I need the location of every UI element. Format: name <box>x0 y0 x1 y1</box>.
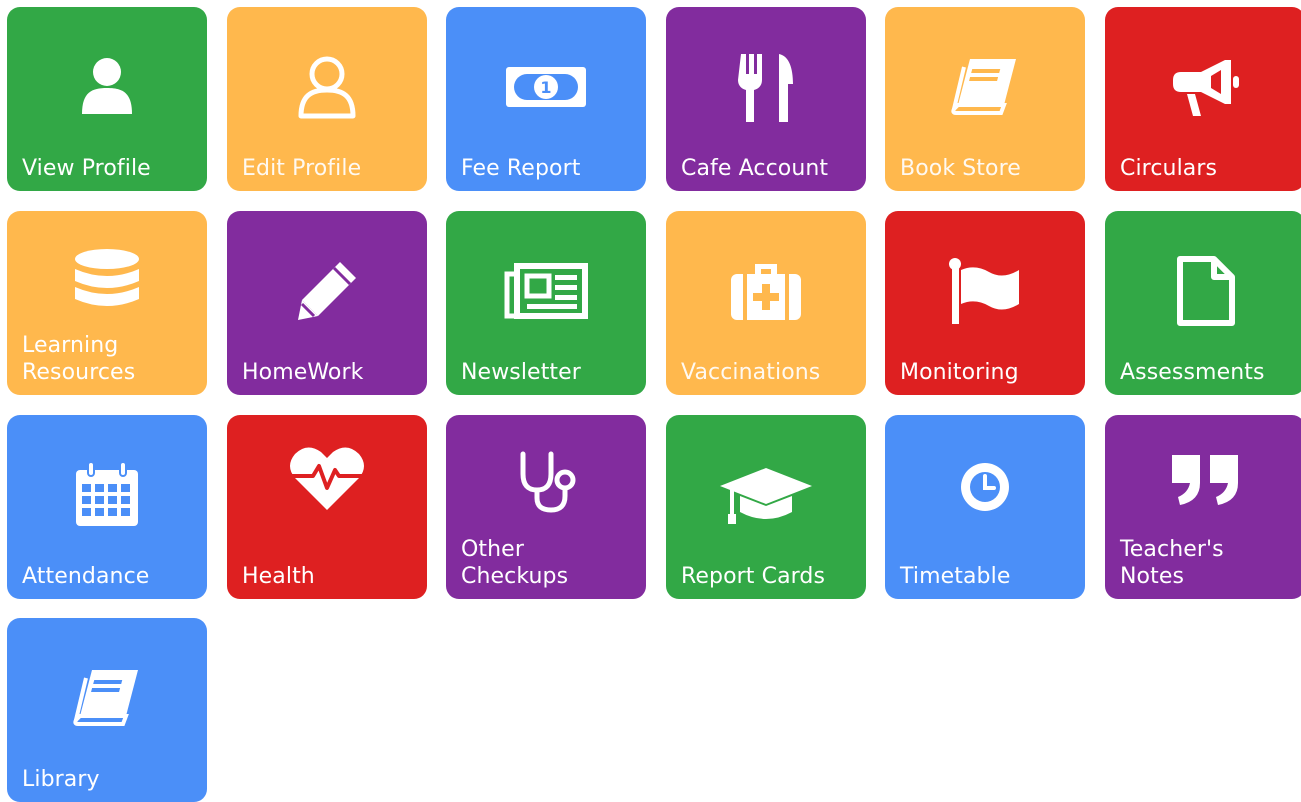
tile-label: Other Checkups <box>461 537 569 589</box>
report-cards-tile[interactable]: Report Cards <box>666 415 866 599</box>
clock-icon <box>885 445 1085 529</box>
monitoring-tile[interactable]: Monitoring <box>885 211 1085 395</box>
database-icon <box>7 241 207 325</box>
tile-label: View Profile <box>22 156 151 181</box>
document-icon <box>1105 249 1301 333</box>
tile-label: Circulars <box>1120 156 1218 181</box>
tile-label: Timetable <box>900 564 1011 589</box>
pencil-icon <box>227 249 427 333</box>
stethoscope-icon <box>446 439 646 523</box>
learning-resources-tile[interactable]: Learning Resources <box>7 211 207 395</box>
assessments-tile[interactable]: Assessments <box>1105 211 1301 395</box>
health-tile[interactable]: Health <box>227 415 427 599</box>
user-outline-icon <box>227 45 427 129</box>
view-profile-tile[interactable]: View Profile <box>7 7 207 191</box>
quote-icon <box>1105 437 1301 521</box>
flag-icon <box>885 249 1085 333</box>
tile-label: Newsletter <box>461 360 581 385</box>
megaphone-icon <box>1105 45 1301 129</box>
book-icon <box>885 45 1085 129</box>
tile-label: HomeWork <box>242 360 364 385</box>
tile-label: Book Store <box>900 156 1021 181</box>
fork-knife-icon <box>666 45 866 129</box>
attendance-tile[interactable]: Attendance <box>7 415 207 599</box>
cafe-account-tile[interactable]: Cafe Account <box>666 7 866 191</box>
newspaper-icon <box>446 249 646 333</box>
tile-label: Fee Report <box>461 156 581 181</box>
heartbeat-icon <box>227 437 427 521</box>
banknote-icon: 1 <box>446 45 646 129</box>
tile-label: Attendance <box>22 564 150 589</box>
graduation-cap-icon <box>666 453 866 537</box>
calendar-icon <box>7 453 207 537</box>
dashboard-tile-grid: View Profile Edit Profile 1 Fee Report C… <box>0 0 1301 802</box>
library-tile[interactable]: Library <box>7 618 207 802</box>
tile-label: Edit Profile <box>242 156 362 181</box>
teachers-notes-tile[interactable]: Teacher's Notes <box>1105 415 1301 599</box>
homework-tile[interactable]: HomeWork <box>227 211 427 395</box>
newsletter-tile[interactable]: Newsletter <box>446 211 646 395</box>
tile-label: Health <box>242 564 315 589</box>
fee-report-tile[interactable]: 1 Fee Report <box>446 7 646 191</box>
tile-label: Vaccinations <box>681 360 821 385</box>
medkit-icon <box>666 249 866 333</box>
tile-label: Monitoring <box>900 360 1019 385</box>
tile-label: Cafe Account <box>681 156 829 181</box>
circulars-tile[interactable]: Circulars <box>1105 7 1301 191</box>
tile-label: Library <box>22 767 100 792</box>
book-icon <box>7 656 207 740</box>
timetable-tile[interactable]: Timetable <box>885 415 1085 599</box>
tile-label: Teacher's Notes <box>1120 537 1224 589</box>
user-icon <box>7 45 207 129</box>
edit-profile-tile[interactable]: Edit Profile <box>227 7 427 191</box>
book-store-tile[interactable]: Book Store <box>885 7 1085 191</box>
tile-label: Learning Resources <box>22 333 136 385</box>
other-checkups-tile[interactable]: Other Checkups <box>446 415 646 599</box>
svg-text:1: 1 <box>540 78 551 97</box>
vaccinations-tile[interactable]: Vaccinations <box>666 211 866 395</box>
tile-label: Assessments <box>1120 360 1265 385</box>
tile-label: Report Cards <box>681 564 826 589</box>
